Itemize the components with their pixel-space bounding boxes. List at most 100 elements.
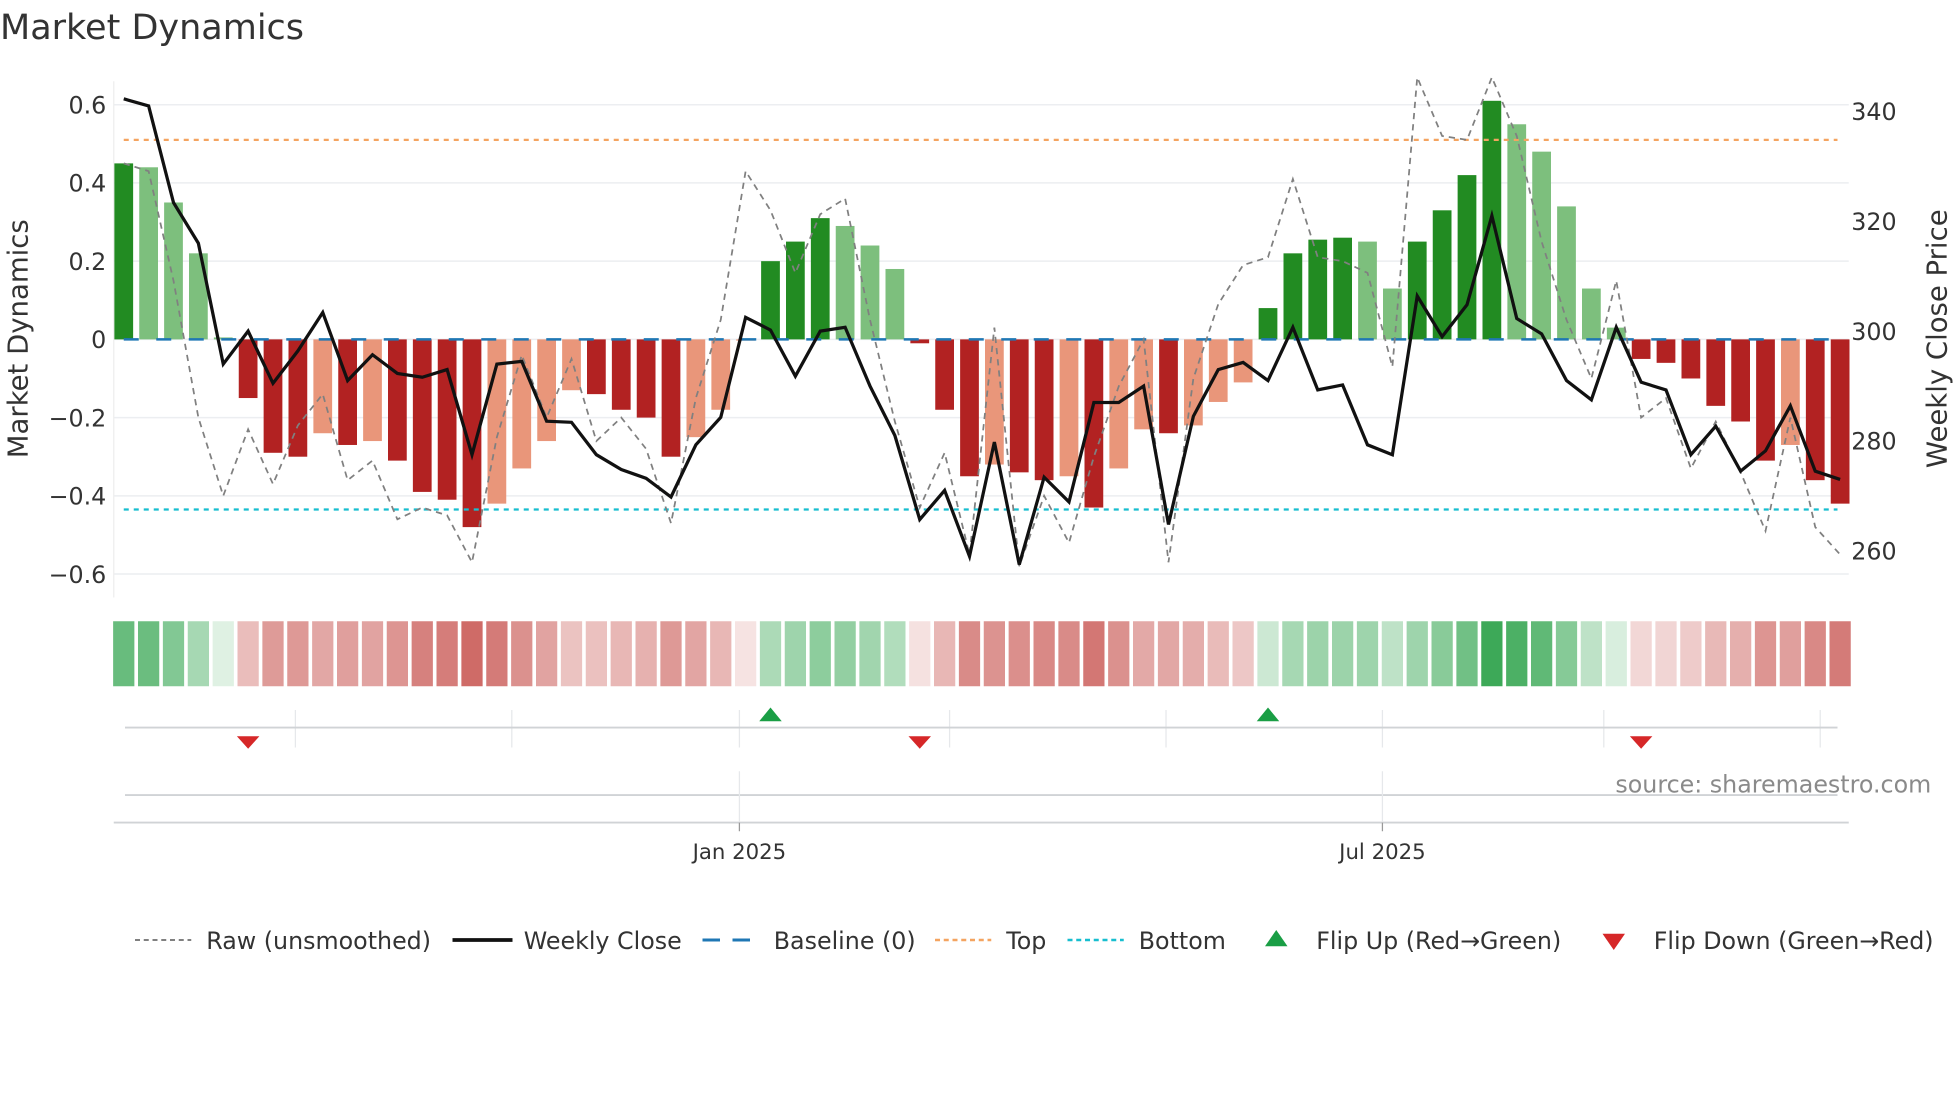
bar-series bbox=[114, 100, 1850, 528]
strength-strip bbox=[113, 621, 1851, 687]
bar bbox=[661, 339, 681, 457]
strength-cell bbox=[1108, 621, 1130, 687]
legend: Raw (unsmoothed) Weekly Close Baseline (0)… bbox=[135, 927, 1934, 955]
strength-cell bbox=[312, 621, 334, 687]
y2-axis-label: Weekly Close Price bbox=[1921, 209, 1953, 468]
strength-cell bbox=[1182, 621, 1204, 687]
bar bbox=[1532, 151, 1551, 340]
strength-cell bbox=[1754, 621, 1777, 687]
strength-cell bbox=[1381, 621, 1403, 687]
legend-label: Bottom bbox=[1139, 927, 1226, 955]
time-axis: Jan 2025 Jul 2025 bbox=[113, 771, 1849, 865]
bar bbox=[1507, 124, 1527, 340]
strength-cell bbox=[461, 621, 483, 687]
y2-tick-label: 260 bbox=[1851, 538, 1896, 566]
y-axis-label: Market Dynamics bbox=[3, 219, 35, 458]
flip-down-marker bbox=[1629, 736, 1653, 749]
bar bbox=[164, 202, 183, 340]
flip-down-marker bbox=[236, 736, 260, 749]
strength-cell bbox=[1356, 621, 1379, 687]
strength-cell bbox=[1456, 621, 1478, 687]
y-tick-label: −0.2 bbox=[49, 404, 107, 432]
strength-cell bbox=[1680, 621, 1702, 687]
bar bbox=[562, 339, 581, 391]
legend-label: Raw (unsmoothed) bbox=[206, 927, 431, 955]
bar bbox=[189, 253, 208, 340]
chart-title: Market Dynamics bbox=[0, 8, 304, 48]
strength-cell bbox=[536, 621, 558, 687]
strength-cell bbox=[610, 621, 632, 687]
strength-cell bbox=[1133, 621, 1155, 687]
bar bbox=[537, 339, 556, 442]
left-axis: 0.6 0.4 0.2 0 −0.2 −0.4 −0.6 bbox=[49, 91, 107, 588]
bar bbox=[512, 339, 532, 469]
bar bbox=[437, 339, 457, 500]
strength-cell bbox=[436, 621, 458, 687]
market-dynamics-chart: Market Dynamics 0.6 0.4 0.2 0 −0.2 −0.4 −0.6 3… bbox=[0, 8, 1953, 955]
bar bbox=[1731, 339, 1750, 422]
bar bbox=[587, 339, 606, 395]
strength-cell bbox=[784, 621, 806, 687]
bar bbox=[960, 339, 979, 477]
bar bbox=[1582, 288, 1601, 340]
strength-cell bbox=[1207, 621, 1229, 687]
bar bbox=[1706, 339, 1726, 406]
strength-cell bbox=[1506, 621, 1528, 687]
strength-cell bbox=[1431, 621, 1453, 687]
strength-cell bbox=[809, 621, 831, 687]
bar bbox=[338, 339, 357, 445]
strength-cell bbox=[1157, 621, 1180, 687]
y-tick-label: 0.2 bbox=[68, 248, 106, 276]
strength-cell bbox=[1829, 621, 1851, 687]
bar bbox=[1805, 339, 1825, 481]
strength-cell bbox=[1282, 621, 1304, 687]
strength-cell bbox=[585, 621, 607, 687]
strength-cell bbox=[1580, 621, 1602, 687]
bar bbox=[611, 339, 631, 410]
bar bbox=[263, 339, 283, 453]
legend-label: Weekly Close bbox=[524, 927, 682, 955]
strength-cell bbox=[1531, 621, 1553, 687]
bar bbox=[114, 163, 134, 340]
x-tick-label: Jan 2025 bbox=[691, 840, 787, 865]
legend-flip-up-icon bbox=[1265, 930, 1288, 947]
strength-cell bbox=[660, 621, 682, 687]
strength-cell bbox=[113, 621, 135, 687]
flip-up-marker bbox=[759, 707, 782, 722]
y2-tick-label: 320 bbox=[1851, 208, 1896, 236]
legend-label: Flip Up (Red→Green) bbox=[1316, 927, 1561, 955]
strength-cell bbox=[138, 621, 160, 687]
strength-cell bbox=[710, 621, 732, 687]
bar bbox=[388, 339, 407, 461]
flip-up-marker bbox=[1256, 707, 1280, 722]
strength-cell bbox=[1406, 621, 1428, 687]
x-tick-label: Jul 2025 bbox=[1337, 840, 1425, 865]
strength-cell bbox=[560, 621, 583, 687]
bar bbox=[1681, 339, 1701, 379]
bar bbox=[1159, 339, 1178, 434]
bar bbox=[835, 225, 855, 340]
strength-cell bbox=[1083, 621, 1105, 687]
bar bbox=[860, 245, 880, 340]
strength-cell bbox=[212, 621, 234, 687]
bar bbox=[139, 167, 158, 340]
strength-cell bbox=[1705, 621, 1727, 687]
strength-cell bbox=[909, 621, 931, 687]
bar bbox=[1059, 339, 1079, 477]
bar bbox=[1781, 339, 1800, 445]
bar bbox=[1009, 339, 1029, 473]
strength-cell bbox=[162, 621, 185, 687]
strength-cell bbox=[934, 621, 956, 687]
y-tick-label: 0.6 bbox=[68, 91, 106, 119]
y2-tick-label: 300 bbox=[1851, 318, 1896, 346]
strength-cell bbox=[411, 621, 433, 687]
strength-cell bbox=[486, 621, 508, 687]
y2-tick-label: 340 bbox=[1851, 98, 1896, 126]
strength-cell bbox=[884, 621, 906, 687]
strength-cell bbox=[1481, 621, 1503, 687]
strength-cell bbox=[1655, 621, 1677, 687]
bar bbox=[1631, 339, 1651, 359]
bar bbox=[1358, 241, 1377, 340]
strength-cell bbox=[1804, 621, 1826, 687]
bar bbox=[1407, 241, 1427, 340]
